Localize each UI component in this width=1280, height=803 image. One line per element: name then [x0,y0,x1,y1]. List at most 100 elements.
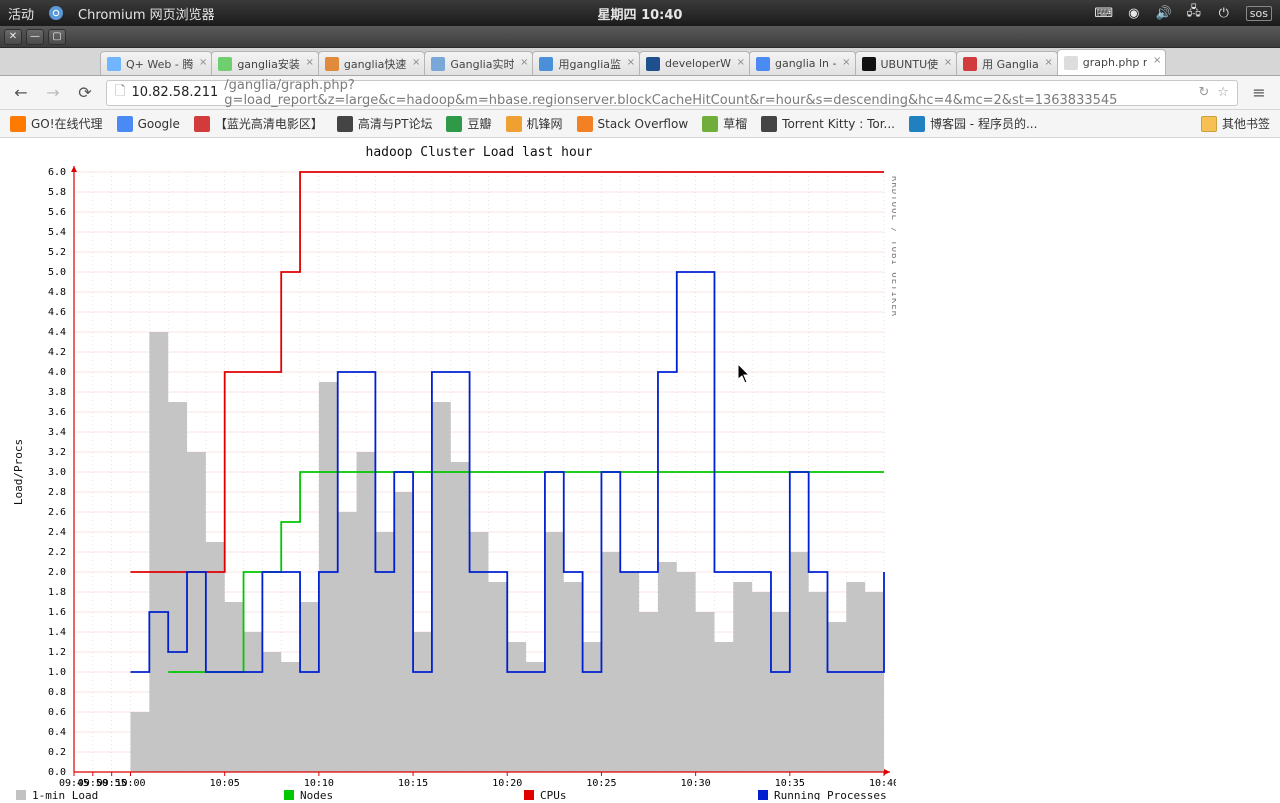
tab-close-icon[interactable]: × [1153,55,1161,66]
star-icon[interactable]: ☆ [1217,85,1229,100]
tab-close-icon[interactable]: × [737,57,745,68]
tab-label: graph.php r [1083,56,1148,69]
svg-text:0.6: 0.6 [48,707,66,718]
browser-tab[interactable]: developerW× [639,51,750,75]
forward-button[interactable]: → [42,82,64,104]
window-maximize-button[interactable]: ▢ [48,29,66,45]
reload-button[interactable]: ⟳ [74,82,96,104]
svg-text:CPUs: CPUs [540,789,567,800]
svg-text:10:30: 10:30 [681,778,711,789]
chrome-menu-button[interactable]: ≡ [1248,82,1270,104]
bookmark-item[interactable]: 高清与PT论坛 [337,115,433,132]
bookmark-favicon-icon [446,116,462,132]
volume-icon[interactable]: 🔊 [1156,5,1172,21]
svg-text:hadoop Cluster Load last hour: hadoop Cluster Load last hour [366,145,593,160]
svg-text:2.6: 2.6 [48,507,66,518]
tab-favicon-icon [756,57,770,71]
browser-tab[interactable]: 用 Ganglia× [956,51,1058,75]
svg-text:1.4: 1.4 [48,627,66,638]
tab-close-icon[interactable]: × [199,57,207,68]
tab-favicon-icon [539,57,553,71]
svg-text:4.4: 4.4 [48,327,66,338]
browser-tab[interactable]: Ganglia实时 × [424,51,533,75]
tab-label: ganglia ln - [775,57,837,70]
window-minimize-button[interactable]: — [26,29,44,45]
tab-label: Ganglia实时 [450,56,514,72]
bookmark-favicon-icon [702,116,718,132]
browser-tab[interactable]: 用ganglia监 × [532,51,640,75]
address-bar[interactable]: 🗋 10.82.58.211/ganglia/graph.php?g=load_… [106,80,1238,106]
bookmark-favicon-icon [117,116,133,132]
load-report-chart: hadoop Cluster Load last hour0.00.20.40.… [4,142,896,800]
svg-text:2.2: 2.2 [48,547,66,558]
tab-label: ganglia快速 [344,56,407,72]
svg-text:5.6: 5.6 [48,207,66,218]
svg-text:6.0: 6.0 [48,167,66,178]
clock[interactable]: 星期四 10:40 [598,4,683,23]
svg-text:2.0: 2.0 [48,567,66,578]
svg-text:Nodes: Nodes [300,789,333,800]
browser-tab[interactable]: UBUNTU使 × [855,51,958,75]
bookmark-item[interactable]: 【蓝光高清电影区】 [194,115,323,132]
tab-close-icon[interactable]: × [944,57,952,68]
active-app-label: Chromium 网页浏览器 [78,4,215,23]
window-controls: ✕ — ▢ [0,26,1280,48]
svg-text:5.4: 5.4 [48,227,66,238]
reader-icon[interactable]: ↻ [1198,85,1209,100]
a11y-icon[interactable]: ◉ [1126,5,1142,21]
svg-text:3.6: 3.6 [48,407,66,418]
page-content: hadoop Cluster Load last hour0.00.20.40.… [0,138,1280,800]
tab-label: 用ganglia监 [558,56,621,72]
bookmark-favicon-icon [194,116,210,132]
svg-text:0.4: 0.4 [48,727,66,738]
svg-text:1.2: 1.2 [48,647,66,658]
svg-text:5.8: 5.8 [48,187,66,198]
bookmark-item[interactable]: Stack Overflow [577,116,689,132]
svg-text:10:40: 10:40 [869,778,896,789]
sos-indicator[interactable]: sos [1246,6,1272,21]
back-button[interactable]: ← [10,82,32,104]
tab-close-icon[interactable]: × [520,57,528,68]
bookmark-item[interactable]: Google [117,116,180,132]
tab-close-icon[interactable]: × [412,57,420,68]
tab-favicon-icon [325,57,339,71]
system-top-bar: 活动 Chromium 网页浏览器 星期四 10:40 ⌨ ◉ 🔊 🖧 ⏻ so… [0,0,1280,26]
other-bookmarks-label: 其他书签 [1222,115,1270,132]
browser-tab[interactable]: ganglia快速 × [318,51,426,75]
bookmark-item[interactable]: 博客园 - 程序员的... [909,115,1037,132]
bookmark-label: 草榴 [723,115,747,132]
tab-favicon-icon [431,57,445,71]
svg-text:2.8: 2.8 [48,487,66,498]
bookmark-item[interactable]: GO!在线代理 [10,115,103,132]
bookmark-item[interactable]: 豆瓣 [446,115,491,132]
window-close-button[interactable]: ✕ [4,29,22,45]
bookmark-item[interactable]: Torrent Kitty : Tor... [761,116,895,132]
tab-close-icon[interactable]: × [1044,57,1052,68]
tab-favicon-icon [218,57,232,71]
tab-label: Q+ Web - 腾 [126,56,193,72]
activities-button[interactable]: 活动 [8,4,34,23]
network-icon[interactable]: 🖧 [1186,5,1202,21]
bookmark-label: 博客园 - 程序员的... [930,115,1037,132]
tab-close-icon[interactable]: × [842,57,850,68]
svg-text:Running Processes: Running Processes [774,789,887,800]
tab-label: UBUNTU使 [881,56,939,72]
browser-tabstrip: Q+ Web - 腾×ganglia安装×ganglia快速×Ganglia实时… [0,48,1280,76]
svg-text:3.4: 3.4 [48,427,66,438]
tab-favicon-icon [963,57,977,71]
browser-tab[interactable]: graph.php r × [1057,49,1167,75]
svg-text:5.2: 5.2 [48,247,66,258]
bookmark-favicon-icon [577,116,593,132]
power-icon[interactable]: ⏻ [1216,5,1232,21]
bookmark-label: 机锋网 [527,115,563,132]
browser-tab[interactable]: ganglia安装× [211,51,319,75]
bookmark-label: 豆瓣 [467,115,491,132]
bookmark-item[interactable]: 机锋网 [506,115,563,132]
other-bookmarks-folder[interactable]: 其他书签 [1201,115,1270,132]
bookmark-item[interactable]: 草榴 [702,115,747,132]
tab-close-icon[interactable]: × [627,57,635,68]
keyboard-icon[interactable]: ⌨ [1096,5,1112,21]
browser-tab[interactable]: Q+ Web - 腾 × [100,51,212,75]
browser-tab[interactable]: ganglia ln - × [749,51,856,75]
tab-close-icon[interactable]: × [305,57,313,68]
